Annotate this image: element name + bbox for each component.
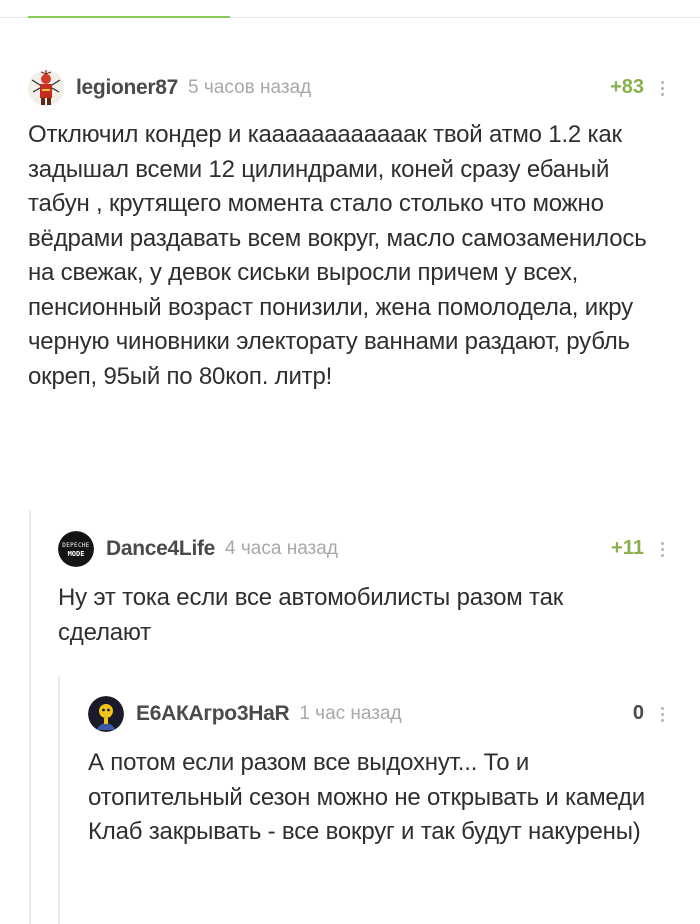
comment: legioner87 5 часов назад +83 Отключил ко… [28,70,672,500]
comment-author[interactable]: legioner87 [76,76,178,100]
comment-header: Е6АКАгро3НаR 1 час назад 0 [88,696,672,732]
depeche-mode-logo-icon: DEPECHE MODE [58,531,94,567]
comment-text: А потом если разом все выдохнут... То и … [88,749,646,845]
red-figure-icon [28,70,64,106]
comment-time[interactable]: 1 час назад [299,703,401,725]
comment-header: legioner87 5 часов назад +83 [28,70,672,106]
comment-author[interactable]: Dance4Life [106,537,215,561]
avatar[interactable]: DEPECHE MODE [58,531,94,567]
comment-header: DEPECHE MODE Dance4Life 4 часа назад +11 [58,531,672,567]
comment-text: Ну эт тока если все автомобилисты разом … [58,584,564,646]
yellow-figure-icon [88,696,124,732]
more-options-icon[interactable] [652,537,672,561]
thread-line [29,510,31,924]
comment-rating: +11 [611,537,644,559]
avatar[interactable] [88,696,124,732]
comment-reply: DEPECHE MODE Dance4Life 4 часа назад +11… [58,531,672,661]
comment-time[interactable]: 4 часа назад [225,538,338,560]
comment-time[interactable]: 5 часов назад [188,77,311,99]
svg-text:DEPECHE: DEPECHE [62,542,89,549]
avatar[interactable] [28,70,64,106]
comment-rating: +83 [610,76,644,98]
comment-author[interactable]: Е6АКАгро3НаR [136,702,290,726]
more-options-icon[interactable] [652,76,672,100]
comment-rating: 0 [632,702,644,724]
comment-reply: Е6АКАгро3НаR 1 час назад 0 А потом если … [88,696,672,896]
more-options-icon[interactable] [652,702,672,726]
active-tab-indicator [28,16,230,18]
comment-text: Отключил кондер и каааааааааааак твой ат… [28,121,647,390]
svg-text:MODE: MODE [68,550,85,558]
thread-line [58,676,60,924]
